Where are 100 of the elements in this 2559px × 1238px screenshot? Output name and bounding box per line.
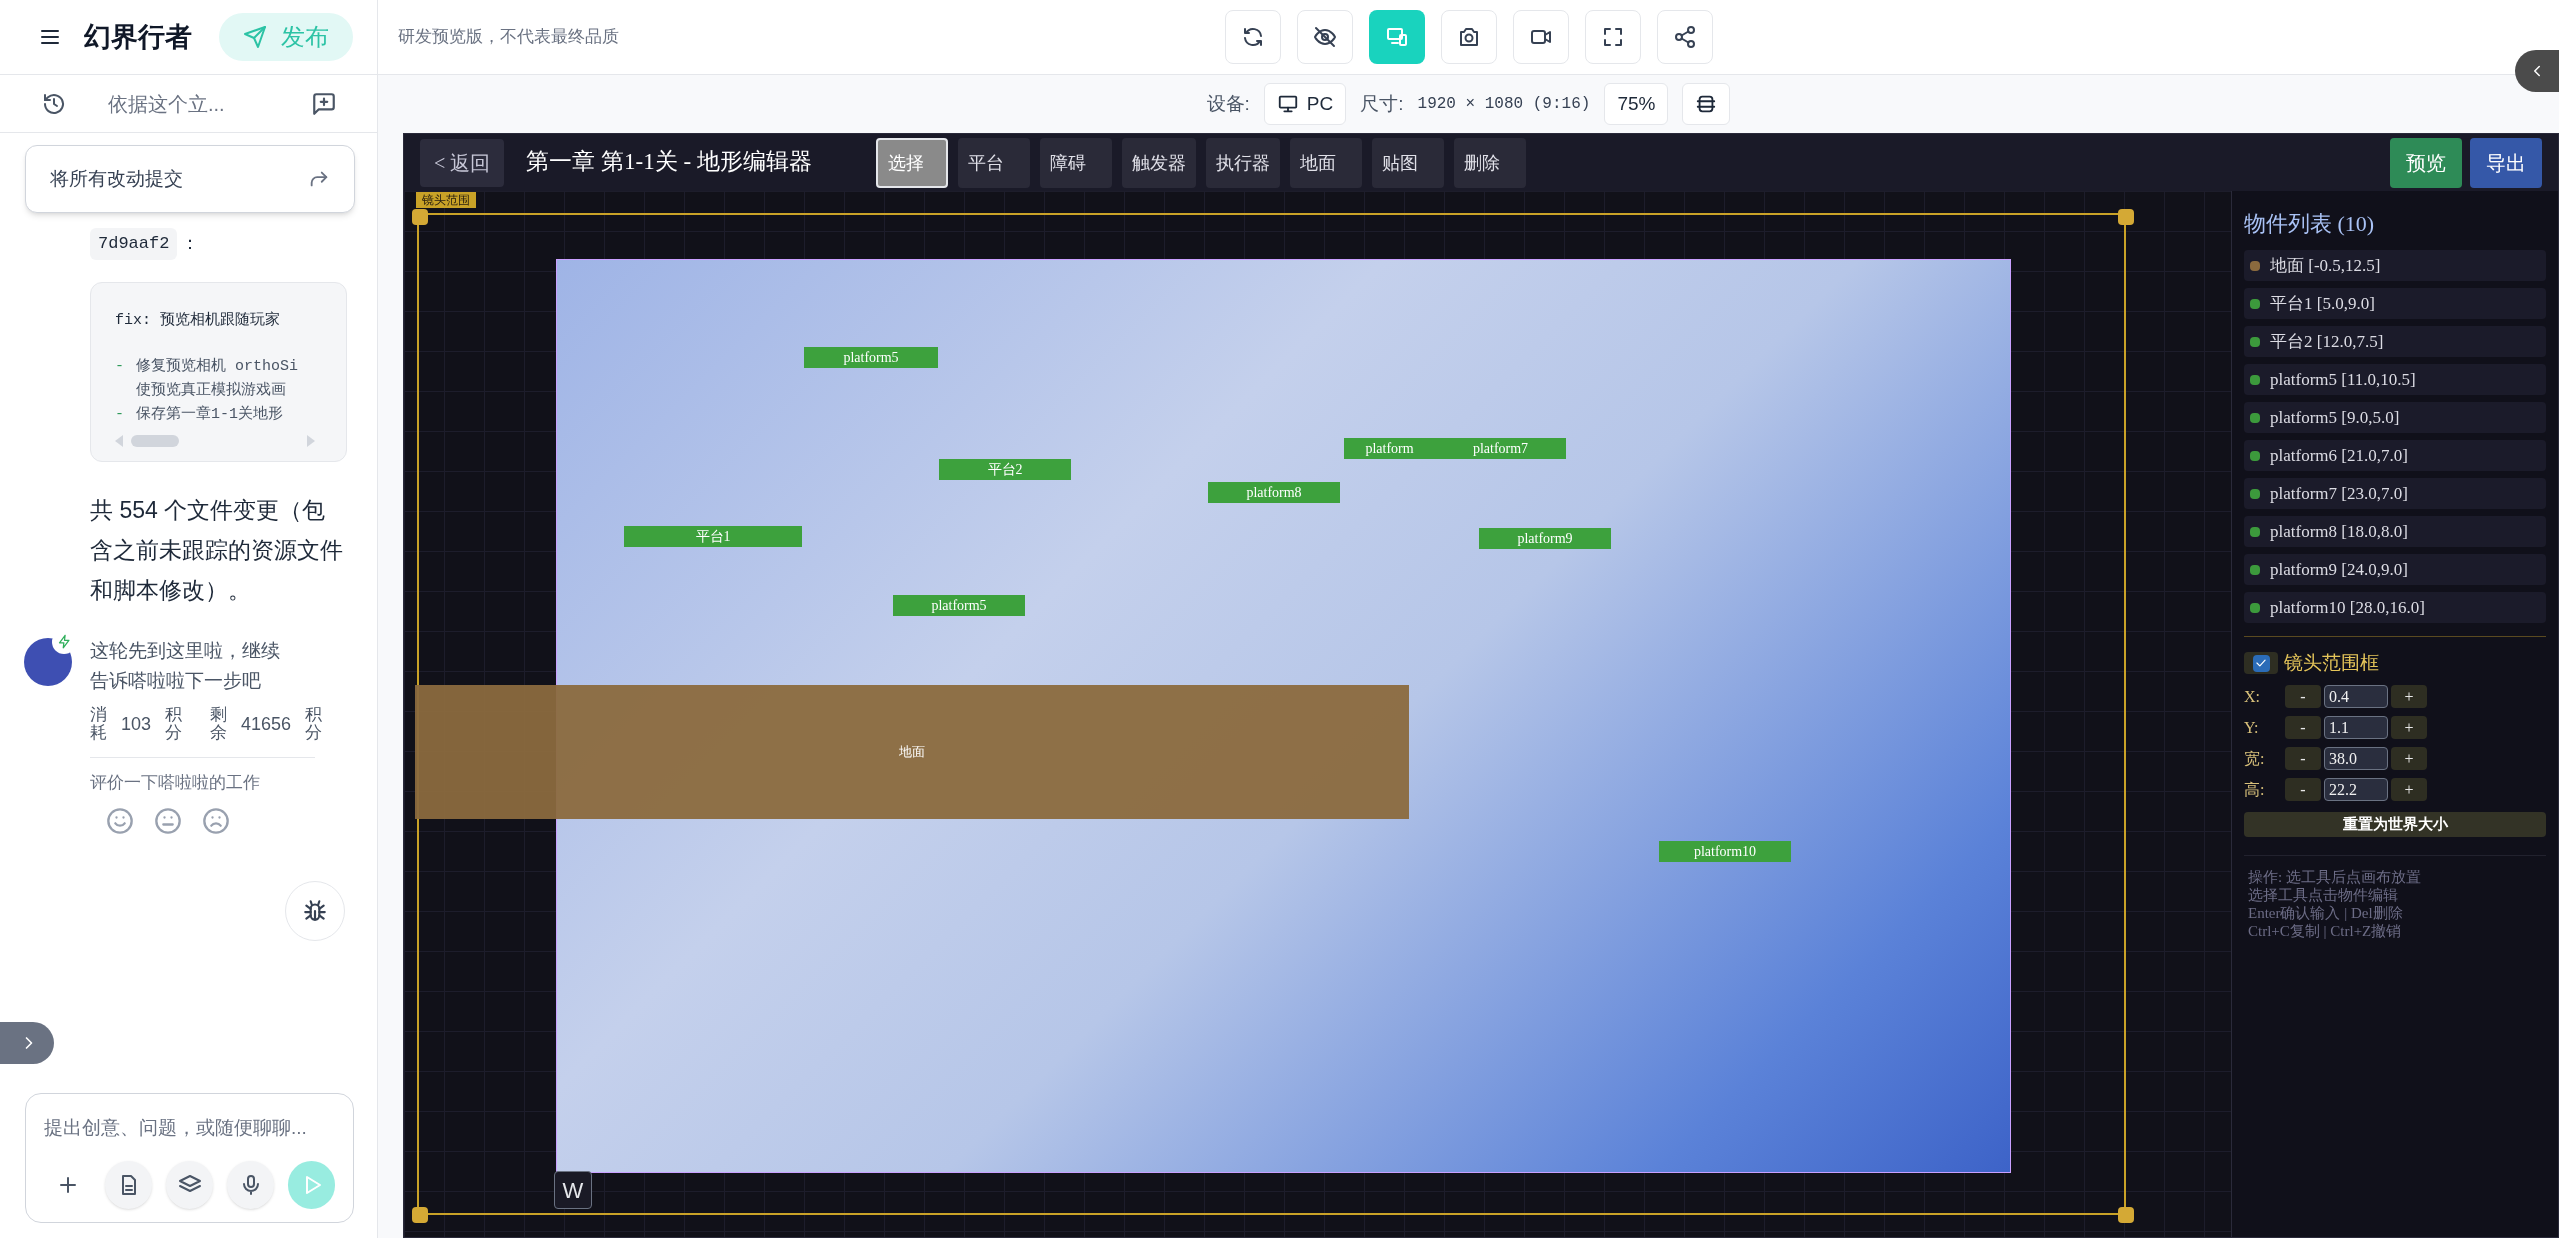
checkbox[interactable] (2244, 652, 2278, 675)
stat-value: 103 (121, 712, 152, 736)
object-label: platform9 [24.0,9.0] (2270, 558, 2408, 581)
object-label: platform6 [21.0,7.0] (2270, 444, 2408, 467)
corner-handle[interactable] (412, 209, 428, 225)
device-label: 设备: (1206, 91, 1250, 116)
object-label: platform10 [28.0,16.0] (2270, 596, 2425, 619)
field-label: 宽: (2244, 748, 2266, 769)
number-input[interactable]: 22.2 (2324, 778, 2388, 801)
decrement-button[interactable]: - (2285, 716, 2321, 739)
preview-notice: 研发预览版，不代表最终品质 (398, 26, 619, 49)
toolbar-button[interactable] (1656, 10, 1713, 64)
new-chat-icon[interactable] (311, 90, 337, 117)
object-list-item[interactable]: platform5 [9.0,5.0] (2244, 402, 2546, 433)
colon-text: ： (181, 232, 200, 256)
tool-button[interactable]: 删除 (1454, 137, 1527, 188)
tool-button[interactable]: 地面 (1290, 137, 1363, 188)
sad-face-icon[interactable] (202, 807, 230, 836)
number-input[interactable]: 0.4 (2324, 685, 2388, 708)
object-list-item[interactable]: platform10 [28.0,16.0] (2244, 592, 2546, 623)
commit-popup[interactable]: 将所有改动提交 (25, 145, 355, 213)
toolbar-button[interactable] (1224, 10, 1281, 64)
export-button[interactable]: 导出 (2470, 137, 2542, 188)
decrement-button[interactable]: - (2285, 778, 2321, 801)
key-hint: W (554, 1171, 592, 1209)
monitor-icon (1276, 93, 1299, 115)
tool-button[interactable]: 贴图 (1372, 137, 1445, 188)
editor-canvas[interactable]: 镜头范围 platform5 平台2 platform platform7 platform8 平台1 platform9 platform5 地面 platform10 W (404, 191, 2231, 1237)
object-list-item[interactable]: platform7 [23.0,7.0] (2244, 478, 2546, 509)
corner-handle[interactable] (2118, 1207, 2134, 1223)
code-line: 使预览真正模拟游戏画 (136, 380, 286, 401)
toolbar-button[interactable] (1584, 10, 1641, 64)
increment-button[interactable]: + (2391, 685, 2427, 708)
decrement-button[interactable]: - (2285, 685, 2321, 708)
object-label: platform7 [23.0,7.0] (2270, 482, 2408, 505)
collapse-tab[interactable] (2515, 50, 2559, 92)
object-label: 平台1 [5.0,9.0] (2270, 292, 2375, 315)
tool-button[interactable]: 障碍 (1040, 137, 1113, 188)
toolbar-button[interactable] (1512, 10, 1569, 64)
object-list-item[interactable]: platform8 [18.0,8.0] (2244, 516, 2546, 547)
object-list-item[interactable]: 平台1 [5.0,9.0] (2244, 288, 2546, 319)
zoom-select[interactable]: 75% (1604, 83, 1669, 125)
smile-face-icon[interactable] (106, 807, 134, 836)
device-select[interactable]: PC (1263, 83, 1347, 125)
commit-hash: 7d9aaf2 (90, 228, 178, 260)
neutral-face-icon[interactable] (154, 807, 182, 836)
bullet-marker: - (115, 404, 124, 425)
stat-value: 41656 (241, 712, 292, 736)
object-label: platform5 [9.0,5.0] (2270, 406, 2400, 429)
toolbar-button[interactable] (1296, 10, 1353, 64)
object-list-item[interactable]: platform9 [24.0,9.0] (2244, 554, 2546, 585)
number-input[interactable]: 1.1 (2324, 716, 2388, 739)
number-input[interactable]: 38.0 (2324, 747, 2388, 770)
scrollbar-thumb[interactable] (131, 434, 179, 447)
app-title: 幻界行者 (84, 20, 192, 54)
reply-text: 这轮先到这里啦，继续告诉嗒啦啦下一步吧 (90, 638, 281, 693)
field-label: Y: (2244, 717, 2260, 738)
toolbar-button[interactable] (1440, 10, 1497, 64)
stat-unit: 积分 (305, 705, 323, 743)
back-button[interactable]: < 返回 (420, 138, 505, 187)
share-icon (1672, 25, 1697, 49)
stat-unit: 积分 (165, 705, 183, 743)
help-text: Enter确认输入 | Del删除 (2248, 903, 2404, 922)
field-label: 高: (2244, 779, 2266, 800)
stat-label: 消耗 (90, 705, 107, 743)
editor-title: 第一章 第1-1关 - 地形编辑器 (526, 148, 813, 177)
ground-block[interactable]: 地面 (415, 685, 1409, 819)
object-list-item[interactable]: platform6 [21.0,7.0] (2244, 440, 2546, 471)
voice-button[interactable] (227, 1160, 274, 1209)
tool-button[interactable]: 平台 (958, 137, 1031, 188)
history-icon[interactable] (42, 91, 66, 116)
fit-button[interactable] (1682, 83, 1731, 125)
devices-icon (1384, 25, 1409, 49)
corner-handle[interactable] (2118, 209, 2134, 225)
increment-button[interactable]: + (2391, 778, 2427, 801)
help-text: 选择工具点击物件编辑 (2248, 885, 2399, 904)
corner-handle[interactable] (412, 1207, 428, 1223)
decrement-button[interactable]: - (2285, 747, 2321, 770)
preview-button[interactable]: 预览 (2390, 137, 2462, 188)
object-list-item[interactable]: platform5 [11.0,10.5] (2244, 364, 2546, 395)
resolution-text: 1920 × 1080 (9:16) (1417, 94, 1591, 115)
increment-button[interactable]: + (2391, 747, 2427, 770)
help-text: Ctrl+C复制 | Ctrl+Z撤销 (2248, 921, 2403, 940)
panel-title: 物件列表 (10) (2244, 210, 2376, 238)
layers-button[interactable] (166, 1160, 213, 1209)
code-line: 修复预览相机 orthoSi (136, 356, 299, 377)
message-input[interactable]: 提出创意、问题，或随便聊聊... (44, 1114, 335, 1143)
object-label: platform8 [18.0,8.0] (2270, 520, 2408, 543)
object-list-item[interactable]: 平台2 [12.0,7.5] (2244, 326, 2546, 357)
reset-button[interactable]: 重置为世界大小 (2244, 811, 2546, 837)
send-icon (243, 25, 267, 49)
object-label: 平台2 [12.0,7.5] (2270, 330, 2384, 353)
bullet-marker: - (115, 356, 124, 377)
increment-button[interactable]: + (2391, 716, 2427, 739)
tool-button[interactable]: 触发器 (1122, 137, 1197, 188)
chat-title[interactable]: 依据这个立... (108, 88, 225, 119)
expand-tab[interactable] (0, 1022, 54, 1064)
tool-button[interactable]: 执行器 (1206, 137, 1281, 188)
object-list-item[interactable]: 地面 [-0.5,12.5] (2244, 250, 2546, 281)
file-button[interactable] (105, 1160, 152, 1209)
